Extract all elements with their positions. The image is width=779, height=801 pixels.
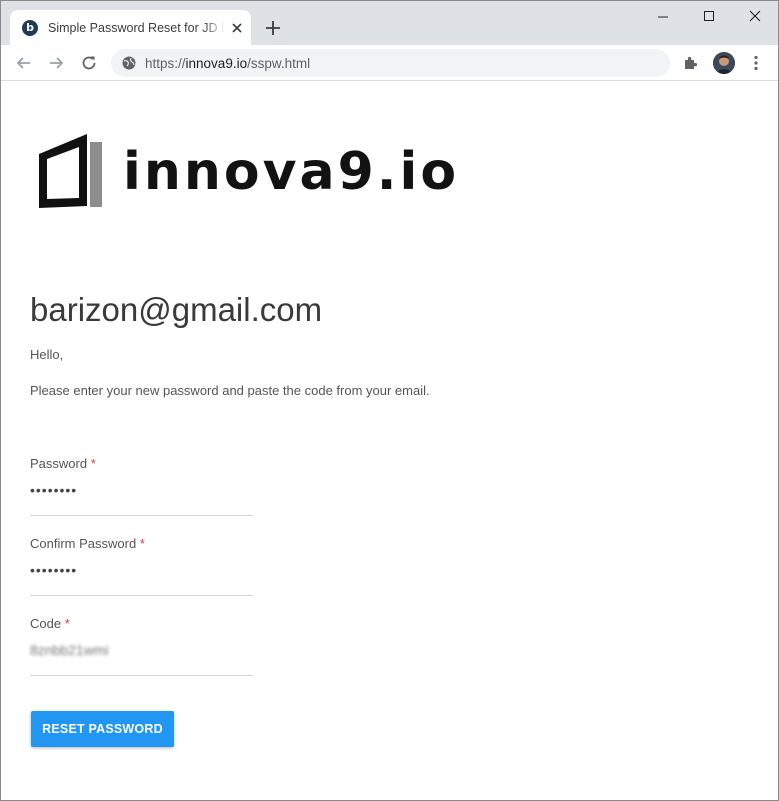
code-label-text: Code xyxy=(30,616,62,631)
extensions-puzzle-icon[interactable] xyxy=(681,53,701,73)
logo-text: innova9.io xyxy=(123,142,460,202)
logo-mark-icon xyxy=(39,134,102,208)
password-label: Password * xyxy=(30,456,96,471)
innova9-logo: innova9.io xyxy=(37,132,456,212)
address-bar[interactable]: https://innova9.io/sspw.html xyxy=(111,49,670,77)
required-mark: * xyxy=(139,536,145,551)
code-label: Code * xyxy=(30,616,70,631)
required-mark: * xyxy=(64,616,70,631)
reset-password-button[interactable]: RESET PASSWORD xyxy=(31,711,174,747)
reload-icon[interactable] xyxy=(79,53,99,73)
greeting-text: Hello, xyxy=(30,347,64,362)
password-label-text: Password xyxy=(30,456,88,471)
confirm-password-label-text: Confirm Password xyxy=(30,536,137,551)
close-window-icon[interactable] xyxy=(743,7,767,27)
avatar-image-icon xyxy=(713,52,735,74)
more-menu-icon[interactable] xyxy=(746,53,766,73)
minimize-icon[interactable] xyxy=(651,7,675,27)
page-content: innova9.io barizon@gmail.com Hello, Plea… xyxy=(1,82,778,800)
browser-window: b Simple Password Reset for JD Edwards xyxy=(0,0,779,801)
url-host: innova9.io xyxy=(185,55,248,71)
password-field: Password * •••••••• xyxy=(30,456,253,516)
forward-arrow-icon[interactable] xyxy=(46,53,66,73)
url-scheme: https:// xyxy=(145,55,186,71)
confirm-password-field: Confirm Password * •••••••• xyxy=(30,536,253,596)
url-path: /sspw.html xyxy=(247,55,311,71)
back-arrow-icon[interactable] xyxy=(14,53,34,73)
password-input[interactable]: •••••••• xyxy=(30,482,253,498)
required-mark: * xyxy=(90,456,96,471)
tab-strip: b Simple Password Reset for JD Edwards xyxy=(1,1,778,45)
maximize-icon[interactable] xyxy=(697,7,721,27)
code-input[interactable]: 8znbb21wmi xyxy=(30,642,253,658)
profile-avatar[interactable] xyxy=(713,52,735,74)
confirm-password-label: Confirm Password * xyxy=(30,536,145,551)
browser-toolbar: https://innova9.io/sspw.html xyxy=(1,45,778,81)
browser-tab[interactable]: b Simple Password Reset for JD Edwards xyxy=(10,10,251,45)
instructions-text: Please enter your new password and paste… xyxy=(30,383,430,398)
new-tab-icon[interactable] xyxy=(263,18,283,38)
close-tab-icon[interactable] xyxy=(229,20,245,36)
email-heading: barizon@gmail.com xyxy=(30,291,323,328)
site-info-globe-icon[interactable] xyxy=(121,55,137,71)
confirm-password-input[interactable]: •••••••• xyxy=(30,562,253,578)
url-text: https://innova9.io/sspw.html xyxy=(145,56,310,71)
code-field: Code * 8znbb21wmi xyxy=(30,616,253,676)
tab-title: Simple Password Reset for JD Edwards xyxy=(48,20,225,35)
site-favicon-icon: b xyxy=(22,19,38,36)
